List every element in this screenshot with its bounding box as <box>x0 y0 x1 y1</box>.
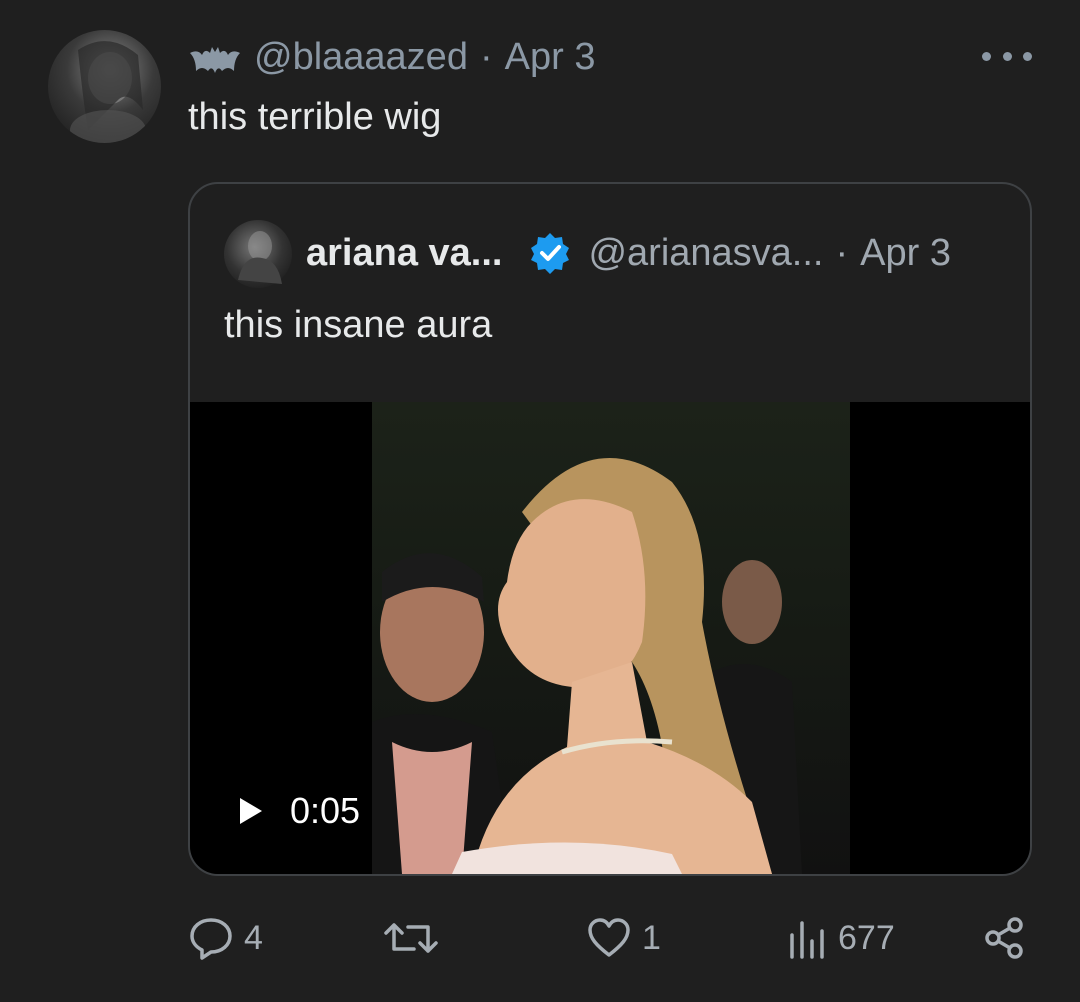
video-controls[interactable]: 0:05 <box>238 790 360 832</box>
tweet-header: @blaaaazed · Apr 3 <box>188 32 595 82</box>
quoted-author-avatar[interactable] <box>224 220 292 288</box>
video-player[interactable]: 0:05 <box>190 402 1030 874</box>
verified-badge-icon <box>528 231 572 275</box>
like-icon <box>586 915 632 961</box>
quoted-header-separator: · <box>835 231 849 274</box>
author-handle[interactable]: @blaaaazed <box>254 36 468 79</box>
author-avatar[interactable] <box>48 30 161 143</box>
quoted-author-handle[interactable]: @arianasva... <box>588 232 823 275</box>
tweet-actions-bar: 4 1 677 <box>0 906 1080 970</box>
like-button[interactable]: 1 <box>586 906 661 970</box>
video-thumbnail <box>372 402 850 874</box>
quoted-tweet-text: this insane aura <box>224 304 493 346</box>
retweet-icon <box>384 915 438 961</box>
quoted-tweet-card[interactable]: ariana va... @arianasva... · Apr 3 this … <box>188 182 1032 876</box>
retweet-button[interactable] <box>384 906 448 970</box>
views-count: 677 <box>838 918 895 957</box>
reply-button[interactable]: 4 <box>188 906 263 970</box>
reply-count: 4 <box>244 918 263 957</box>
quoted-author-name[interactable]: ariana va... <box>306 232 502 275</box>
share-button[interactable] <box>982 906 1028 970</box>
views-button[interactable]: 677 <box>788 906 895 970</box>
share-icon <box>982 915 1028 961</box>
more-horizontal-icon[interactable] <box>982 44 1032 68</box>
header-separator: · <box>479 35 493 78</box>
quoted-tweet-date[interactable]: Apr 3 <box>860 232 951 275</box>
views-icon <box>788 915 828 961</box>
like-count: 1 <box>642 918 661 957</box>
play-icon[interactable] <box>238 796 264 826</box>
video-timecode: 0:05 <box>290 790 361 831</box>
quoted-tweet-header: ariana va... @arianasva... · Apr 3 <box>306 228 951 278</box>
tweet-date[interactable]: Apr 3 <box>505 36 596 79</box>
bat-icon <box>188 42 242 73</box>
reply-icon <box>188 915 234 961</box>
tweet-text: this terrible wig <box>188 96 442 138</box>
